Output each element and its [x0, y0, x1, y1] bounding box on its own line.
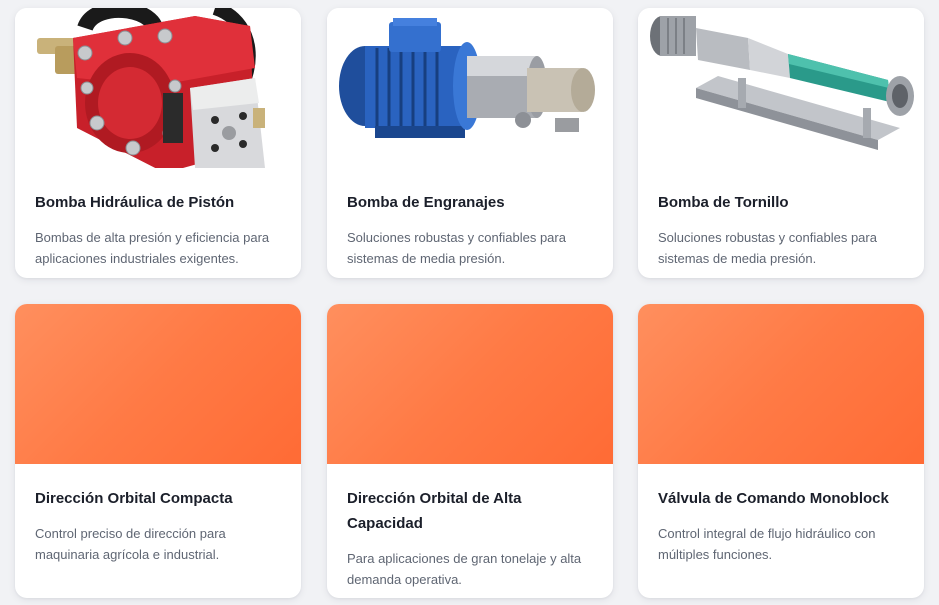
card-title: Bomba Hidráulica de Pistón — [35, 194, 235, 211]
card-description: Control integral de flujo hidráulico con… — [658, 526, 876, 562]
product-card-orbital-high-capacity[interactable]: Dirección Orbital de Alta Capacidad Para… — [327, 304, 613, 598]
card-description: Soluciones robustas y confiables para si… — [347, 230, 566, 266]
product-card-orbital-compact[interactable]: Dirección Orbital Compacta Control preci… — [15, 304, 301, 598]
orange-gradient-placeholder — [327, 304, 613, 464]
orange-gradient-placeholder — [15, 304, 301, 464]
orange-gradient-placeholder — [638, 304, 924, 464]
product-card-monoblock-valve[interactable]: Válvula de Comando Monoblock Control int… — [638, 304, 924, 598]
product-card-piston-pump[interactable]: Bomba Hidráulica de Pistón Bombas de alt… — [15, 8, 301, 278]
gear-pump-image — [327, 8, 613, 168]
card-title: Dirección Orbital de Alta Capacidad — [347, 490, 522, 532]
card-description: Para aplicaciones de gran tonelaje y alt… — [347, 551, 582, 587]
product-grid: Bomba Hidráulica de Pistón Bombas de alt… — [0, 0, 939, 605]
piston-pump-image — [15, 8, 301, 168]
product-card-screw-pump[interactable]: Bomba de Tornillo Soluciones robustas y … — [638, 8, 924, 278]
card-title: Dirección Orbital Compacta — [35, 490, 233, 507]
card-title: Válvula de Comando Monoblock — [658, 490, 889, 507]
card-description: Soluciones robustas y confiables para si… — [658, 230, 877, 266]
card-title: Bomba de Tornillo — [658, 194, 789, 211]
card-description: Control preciso de dirección para maquin… — [35, 526, 226, 562]
screw-pump-image — [638, 8, 924, 168]
card-title: Bomba de Engranajes — [347, 194, 505, 211]
card-description: Bombas de alta presión y eficiencia para… — [35, 230, 270, 266]
product-card-gear-pump[interactable]: Bomba de Engranajes Soluciones robustas … — [327, 8, 613, 278]
